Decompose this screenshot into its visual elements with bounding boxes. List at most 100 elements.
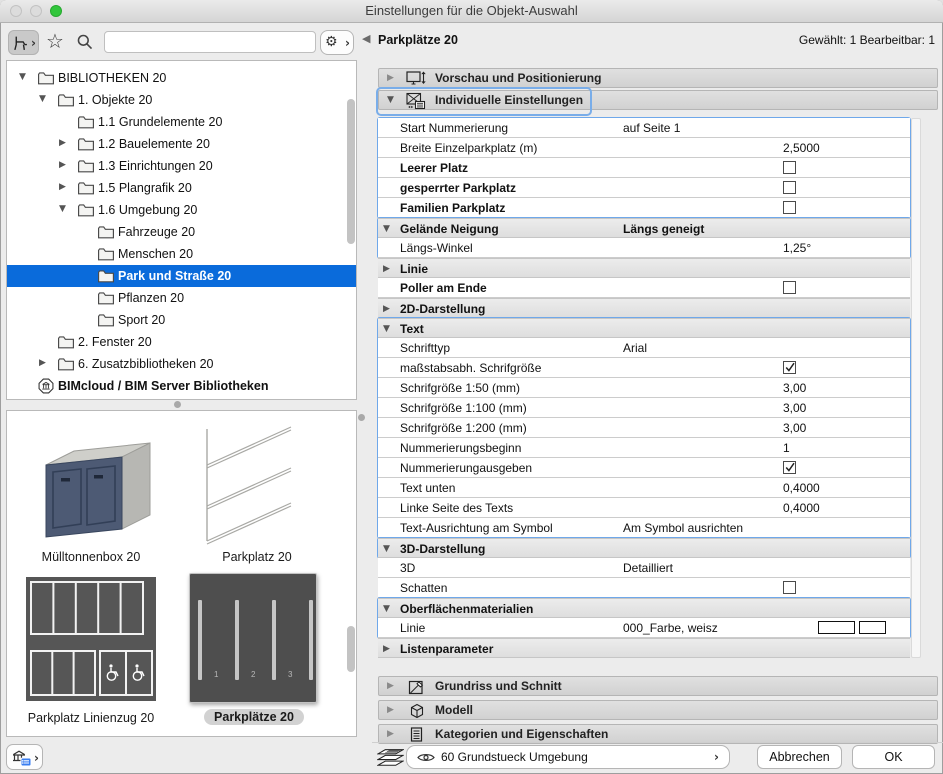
param-row-text-ausrichtung-am-symbol[interactable]: Text-Ausrichtung am SymbolAm Symbol ausr… — [378, 518, 910, 538]
disclosure-triangle[interactable]: ▶ — [387, 681, 394, 691]
disclosure-triangle[interactable]: ▼ — [39, 94, 46, 104]
param-row-nummerierungausgeben[interactable]: Nummerierungausgeben — [378, 458, 910, 478]
param-value[interactable]: 2,5000 — [783, 141, 820, 155]
tree-item-pflanzen-20[interactable]: Pflanzen 20 — [7, 287, 356, 309]
param-row-längs-winkel[interactable]: Längs-Winkel1,25° — [378, 238, 910, 258]
preview-scrollbar-thumb[interactable] — [347, 626, 355, 672]
checkbox-unchecked[interactable] — [783, 161, 796, 174]
param-row-schrifttyp[interactable]: SchrifttypArial — [378, 338, 910, 358]
collapse-panel-icon[interactable]: ◀ — [362, 32, 370, 45]
title-bar[interactable]: Einstellungen für die Objekt-Auswahl — [0, 0, 943, 23]
param-row-familien-parkplatz[interactable]: Familien Parkplatz — [378, 198, 910, 218]
param-value[interactable]: 3,00 — [783, 421, 806, 435]
layer-selector[interactable]: 60 Grundstueck Umgebung › — [406, 745, 730, 769]
tree-item-1-3-einrichtungen-20[interactable]: ▶1.3 Einrichtungen 20 — [7, 155, 356, 177]
param-value[interactable]: 1 — [783, 441, 790, 455]
tree-item-1-objekte-20[interactable]: ▼1. Objekte 20 — [7, 89, 356, 111]
param-value[interactable]: 0,4000 — [783, 501, 820, 515]
section-vorschau-positionierung[interactable]: ▶ Vorschau und Positionierung — [378, 68, 938, 88]
thumbnail-muelltonnenbox[interactable] — [26, 419, 154, 549]
param-value[interactable]: Längs geneigt — [623, 222, 704, 236]
param-group-header-linie[interactable]: ▶Linie — [378, 258, 910, 278]
param-value[interactable]: 000_Farbe, weisz — [623, 621, 718, 635]
object-type-button[interactable]: › — [8, 30, 39, 55]
param-value[interactable]: 3,00 — [783, 401, 806, 415]
tree-item-6-zusatzbibliotheken-20[interactable]: ▶6. Zusatzbibliotheken 20 — [7, 353, 356, 375]
checkbox-unchecked[interactable] — [783, 281, 796, 294]
settings-button[interactable]: ⚙ › — [320, 30, 354, 55]
thumbnail-parkplatz-linienzug[interactable] — [26, 577, 156, 701]
tree-scrollbar-thumb[interactable] — [347, 99, 355, 244]
disclosure-triangle[interactable]: ▶ — [387, 73, 394, 83]
tree-item-1-5-plangrafik-20[interactable]: ▶1.5 Plangrafik 20 — [7, 177, 356, 199]
disclosure-triangle[interactable]: ▼ — [59, 204, 66, 214]
tree-item-2-fenster-20[interactable]: 2. Fenster 20 — [7, 331, 356, 353]
param-row-poller-am-ende[interactable]: Poller am Ende — [378, 278, 910, 298]
search-icon[interactable] — [76, 33, 94, 51]
param-row-maßstabsabh-schrifgröße[interactable]: maßstabsabh. Schrifgröße — [378, 358, 910, 378]
param-row-linie[interactable]: Linie000_Farbe, weisz — [378, 618, 910, 638]
param-value[interactable]: 0,4000 — [783, 481, 820, 495]
panel-splitter-handle[interactable] — [358, 414, 365, 421]
disclosure-triangle[interactable]: ▼ — [383, 324, 390, 334]
layers-icon[interactable] — [377, 747, 404, 769]
param-row-leerer-platz[interactable]: Leerer Platz — [378, 158, 910, 178]
param-row-start-nummerierung[interactable]: Start Nummerierungauf Seite 1 — [378, 118, 910, 138]
param-row-text-unten[interactable]: Text unten0,4000 — [378, 478, 910, 498]
param-group-header-3d-darstellung[interactable]: ▼3D-Darstellung — [378, 538, 910, 558]
section-modell[interactable]: ▶ Modell — [378, 700, 938, 720]
library-manager-button[interactable]: › — [6, 744, 43, 770]
param-row-schrifgröße-1-200-mm[interactable]: Schrifgröße 1:200 (mm)3,00 — [378, 418, 910, 438]
tree-item-1-2-bauelemente-20[interactable]: ▶1.2 Bauelemente 20 — [7, 133, 356, 155]
thumbnail-parkplatz[interactable] — [199, 417, 299, 547]
section-individuelle-einstellungen[interactable]: ▼ Individuelle Einstellungen — [378, 90, 938, 110]
param-value[interactable]: auf Seite 1 — [623, 121, 680, 135]
disclosure-triangle[interactable]: ▶ — [387, 729, 394, 739]
param-group-header-2d-darstellung[interactable]: ▶2D-Darstellung — [378, 298, 910, 318]
cancel-button[interactable]: Abbrechen — [757, 745, 842, 769]
param-value[interactable]: Arial — [623, 341, 647, 355]
param-value[interactable]: Detailliert — [623, 561, 673, 575]
tree-item-fahrzeuge-20[interactable]: Fahrzeuge 20 — [7, 221, 356, 243]
disclosure-triangle[interactable]: ▶ — [39, 358, 46, 368]
thumbnail-parkplaetze-selected[interactable]: 1 2 3 — [189, 573, 317, 703]
checkbox-checked[interactable] — [783, 361, 796, 374]
param-row-nummerierungsbeginn[interactable]: Nummerierungsbeginn1 — [378, 438, 910, 458]
material-color-swatch[interactable] — [859, 621, 886, 634]
disclosure-triangle[interactable]: ▼ — [383, 604, 390, 614]
param-row-breite-einzelparkplatz-m[interactable]: Breite Einzelparkplatz (m)2,5000 — [378, 138, 910, 158]
favorites-star-icon[interactable]: ☆ — [46, 29, 64, 53]
param-group-header-text[interactable]: ▼Text — [378, 318, 910, 338]
disclosure-triangle[interactable]: ▼ — [383, 224, 390, 234]
param-group-header-oberflächenmaterialien[interactable]: ▼Oberflächenmaterialien — [378, 598, 910, 618]
tree-item-1-1-grundelemente-20[interactable]: 1.1 Grundelemente 20 — [7, 111, 356, 133]
param-row-3d[interactable]: 3DDetailliert — [378, 558, 910, 578]
search-input[interactable] — [104, 31, 316, 53]
param-row-gesperrter-parkplatz[interactable]: gesperrter Parkplatz — [378, 178, 910, 198]
param-group-header-gelände-neigung[interactable]: ▼Gelände NeigungLängs geneigt — [378, 218, 910, 238]
disclosure-triangle[interactable]: ▶ — [59, 160, 66, 170]
checkbox-unchecked[interactable] — [783, 201, 796, 214]
tree-item-sport-20[interactable]: Sport 20 — [7, 309, 356, 331]
parameter-scrollbar[interactable] — [911, 118, 921, 658]
checkbox-unchecked[interactable] — [783, 181, 796, 194]
tree-item-bibliotheken-20[interactable]: ▼BIBLIOTHEKEN 20 — [7, 67, 356, 89]
disclosure-triangle[interactable]: ▶ — [59, 182, 66, 192]
disclosure-triangle[interactable]: ▶ — [383, 644, 390, 654]
disclosure-triangle[interactable]: ▶ — [383, 304, 390, 314]
ok-button[interactable]: OK — [852, 745, 935, 769]
disclosure-triangle[interactable]: ▶ — [387, 705, 394, 715]
param-row-schrifgröße-1-50-mm[interactable]: Schrifgröße 1:50 (mm)3,00 — [378, 378, 910, 398]
checkbox-unchecked[interactable] — [783, 581, 796, 594]
disclosure-triangle[interactable]: ▼ — [383, 544, 390, 554]
param-row-linke-seite-des-texts[interactable]: Linke Seite des Texts0,4000 — [378, 498, 910, 518]
param-row-schrifgröße-1-100-mm[interactable]: Schrifgröße 1:100 (mm)3,00 — [378, 398, 910, 418]
disclosure-triangle[interactable]: ▼ — [387, 95, 394, 105]
param-value[interactable]: Am Symbol ausrichten — [623, 521, 743, 535]
checkbox-checked[interactable] — [783, 461, 796, 474]
param-row-schatten[interactable]: Schatten — [378, 578, 910, 598]
tree-item-menschen-20[interactable]: Menschen 20 — [7, 243, 356, 265]
disclosure-triangle[interactable]: ▶ — [59, 138, 66, 148]
material-color-swatch[interactable] — [818, 621, 855, 634]
disclosure-triangle[interactable]: ▶ — [383, 264, 390, 274]
